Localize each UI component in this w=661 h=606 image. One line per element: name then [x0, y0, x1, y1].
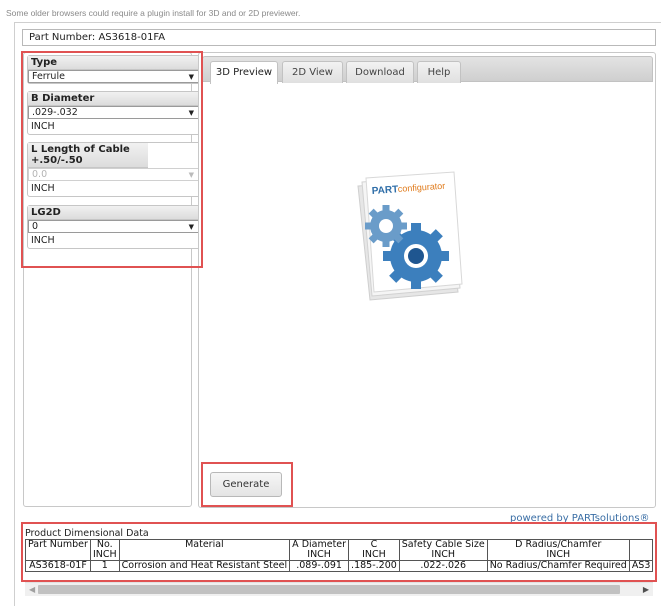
horizontal-scrollbar[interactable]: ◀ ▶ — [25, 582, 653, 596]
table-header: Material — [118, 539, 291, 561]
scroll-left-icon[interactable]: ◀ — [29, 583, 35, 597]
generate-button[interactable]: Generate — [210, 472, 282, 497]
chevron-down-icon: ▼ — [188, 73, 194, 81]
table-header: A Diameter INCH — [289, 539, 350, 561]
tab-help[interactable]: Help — [417, 61, 461, 83]
param-l-length: L Length of Cable +.50/-.50 0.0 ▼ INCH — [27, 142, 201, 197]
b-diameter-select-value: .029-.032 — [32, 107, 78, 118]
product-data-table: Part Number No. INCH Material A Diameter I… — [25, 539, 653, 572]
scroll-right-icon[interactable]: ▶ — [643, 583, 649, 597]
chevron-down-icon: ▼ — [188, 109, 194, 117]
l-length-select: 0.0 ▼ — [28, 168, 200, 181]
tab-download[interactable]: Download — [346, 61, 414, 83]
table-cell: Corrosion and Heat Resistant Steel — [118, 560, 291, 572]
tab-2d-view[interactable]: 2D View — [282, 61, 343, 83]
table-header-row: Part Number No. INCH Material A Diameter I… — [25, 539, 653, 561]
table-row[interactable]: AS3618-01F 1 Corrosion and Heat Resistan… — [25, 560, 653, 572]
param-b-diameter: B Diameter .029-.032 ▼ INCH — [27, 91, 201, 135]
l-length-unit: INCH — [31, 183, 55, 194]
param-type-label: Type — [28, 56, 200, 70]
logo-text-part: PART — [371, 184, 398, 197]
table-cell: 1 — [89, 560, 120, 572]
b-diameter-unit: INCH — [31, 121, 55, 132]
table-cell: .185-.200 — [348, 560, 400, 572]
tab-3d-preview[interactable]: 3D Preview — [210, 61, 278, 84]
param-lg2d-label: LG2D — [28, 206, 200, 220]
type-select[interactable]: Ferrule ▼ — [28, 70, 200, 83]
table-header: D Radius/Chamfer INCH — [486, 539, 630, 561]
table-cell: .089-.091 — [289, 560, 350, 572]
powered-by-link[interactable]: powered by PARTsolutions® — [510, 513, 650, 524]
table-cell: .022-.026 — [398, 560, 488, 572]
table-cell: AS3618-01F — [25, 560, 91, 572]
param-lg2d: LG2D 0 ▼ INCH — [27, 205, 201, 249]
lg2d-unit: INCH — [31, 235, 55, 246]
table-cell: No Radius/Chamfer Required — [486, 560, 630, 572]
table-cell: AS3 — [628, 560, 653, 572]
b-diameter-select[interactable]: .029-.032 ▼ — [28, 106, 200, 119]
type-select-value: Ferrule — [32, 71, 65, 82]
partconfigurator-logo-icon: PART configurator — [357, 171, 463, 301]
chevron-down-icon: ▼ — [188, 171, 194, 179]
chevron-down-icon: ▼ — [188, 223, 194, 231]
lg2d-select-value: 0 — [32, 221, 39, 232]
product-data-table-wrapper: Part Number No. INCH Material A Diameter I… — [25, 539, 653, 579]
table-header — [628, 539, 653, 561]
tab-bar: 3D Preview 2D View Download Help — [202, 56, 653, 84]
part-number-field: Part Number: AS3618-01FA — [22, 29, 656, 46]
parameter-panel: Type Ferrule ▼ B Diameter .029-.032 ▼ IN… — [23, 52, 201, 507]
plugin-notice: Some older browsers could require a plug… — [6, 8, 301, 18]
table-header: C INCH — [348, 539, 400, 561]
l-length-select-value: 0.0 — [32, 169, 48, 180]
table-header: Part Number — [25, 539, 91, 561]
table-header: No. INCH — [89, 539, 120, 561]
lg2d-select[interactable]: 0 ▼ — [28, 220, 200, 233]
param-type: Type Ferrule ▼ — [27, 55, 201, 84]
param-l-length-label: L Length of Cable +.50/-.50 — [28, 143, 148, 168]
table-header: Safety Cable Size INCH — [398, 539, 488, 561]
scrollbar-thumb[interactable] — [38, 585, 620, 594]
param-b-diameter-label: B Diameter — [28, 92, 200, 106]
product-data-title: Product Dimensional Data — [25, 528, 149, 539]
